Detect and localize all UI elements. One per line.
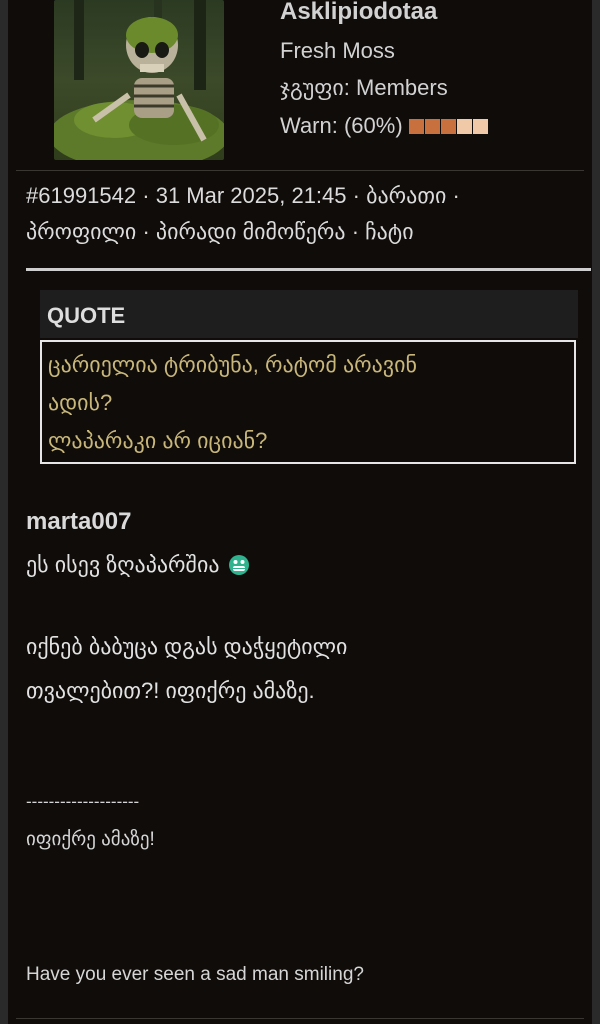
signature-line: იფიქრე ამაზე! bbox=[26, 829, 155, 850]
private-message-link[interactable]: პირადი მიმოწერა bbox=[156, 219, 346, 244]
meta-separator: · bbox=[142, 219, 150, 244]
post-line: თვალებით?! იფიქრე ამაზე. bbox=[26, 678, 315, 703]
meta-separator: · bbox=[352, 183, 360, 208]
meta-separator: · bbox=[452, 183, 460, 208]
post-line-text: ეს ისევ ზღაპარშია bbox=[26, 552, 220, 577]
meta-separator: · bbox=[142, 183, 150, 208]
warn-box bbox=[472, 118, 488, 134]
profile-warn: Warn: (60%) bbox=[280, 113, 488, 139]
page-frame: Asklipiodotaa Fresh Moss ჯგუფი: Members … bbox=[0, 0, 600, 1024]
profile-group: ჯგუფი: Members bbox=[280, 75, 448, 100]
quote-header: QUOTE bbox=[40, 290, 578, 338]
warn-level-indicator bbox=[408, 118, 488, 134]
quote-box: ცარიელია ტრიბუნა, რატომ არავინ ადის? ლაპ… bbox=[40, 340, 576, 464]
chat-link[interactable]: ჩატი bbox=[365, 219, 413, 244]
post-bottom-divider bbox=[16, 1018, 584, 1019]
post-datetime: 31 Mar 2025, 21:45 bbox=[155, 183, 347, 208]
laughing-emoji-icon bbox=[228, 554, 250, 576]
post-line: ეს ისევ ზღაპარშია bbox=[26, 552, 250, 578]
avatar[interactable] bbox=[54, 0, 224, 160]
post-author[interactable]: marta007 bbox=[26, 508, 131, 536]
meta-divider bbox=[26, 268, 591, 271]
warn-box bbox=[456, 118, 472, 134]
quote-line: ლაპარაკი არ იციან? bbox=[48, 428, 268, 453]
post-meta: #61991542 · 31 Mar 2025, 21:45 · ბარათი … bbox=[26, 178, 566, 250]
profile-username[interactable]: Asklipiodotaa bbox=[280, 0, 437, 26]
post-id-link[interactable]: #61991542 bbox=[26, 183, 136, 208]
quote-line: ცარიელია ტრიბუნა, რატომ არავინ bbox=[48, 352, 417, 377]
profile-link[interactable]: პროფილი bbox=[26, 219, 136, 244]
signature-divider: -------------------- bbox=[26, 792, 140, 811]
warn-box bbox=[424, 118, 440, 134]
signature-line: Have you ever seen a sad man smiling? bbox=[26, 964, 364, 985]
card-link[interactable]: ბარათი bbox=[366, 183, 446, 208]
skeleton-avatar-image bbox=[54, 0, 224, 160]
warn-label: Warn: (60%) bbox=[280, 113, 403, 138]
warn-box bbox=[408, 118, 424, 134]
post-line: იქნებ ბაბუცა დგას დაჭყეტილი bbox=[26, 634, 348, 659]
quote-line: ადის? bbox=[48, 390, 113, 415]
profile-header: Asklipiodotaa Fresh Moss ჯგუფი: Members … bbox=[16, 0, 584, 171]
meta-separator: · bbox=[351, 219, 360, 244]
profile-rank: Fresh Moss bbox=[280, 38, 395, 63]
warn-box bbox=[440, 118, 456, 134]
